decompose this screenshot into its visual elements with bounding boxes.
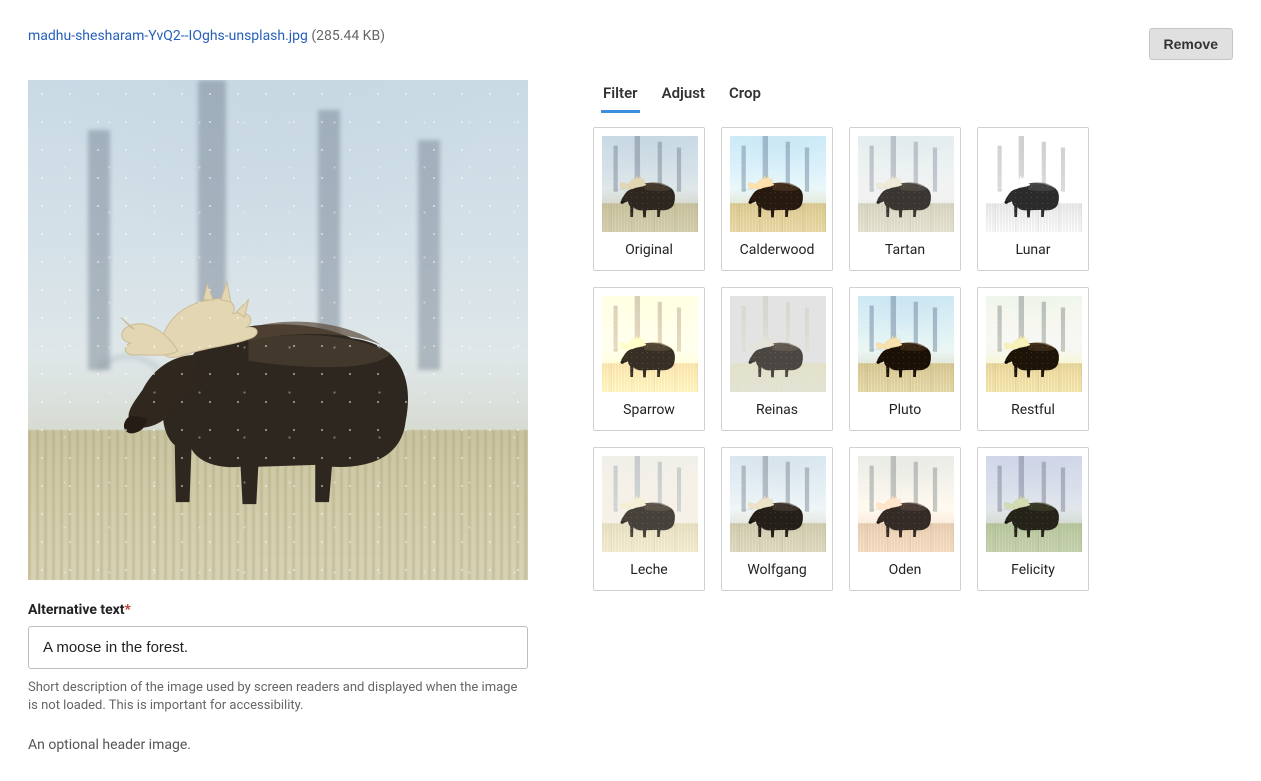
alt-text-input[interactable] (28, 626, 528, 669)
tab-adjust[interactable]: Adjust (660, 80, 707, 113)
filter-label: Calderwood (730, 242, 824, 258)
filter-option-tartan[interactable]: Tartan (849, 127, 961, 271)
filter-option-original[interactable]: Original (593, 127, 705, 271)
filter-option-oden[interactable]: Oden (849, 447, 961, 591)
filter-thumbnail (602, 136, 698, 232)
filter-label: Restful (986, 402, 1080, 418)
alt-text-label: Alternative text* (28, 602, 528, 618)
filter-option-pluto[interactable]: Pluto (849, 287, 961, 431)
filter-thumbnail (730, 296, 826, 392)
filter-label: Tartan (858, 242, 952, 258)
alt-text-help: Short description of the image used by s… (28, 679, 528, 715)
filter-label: Wolfgang (730, 562, 824, 578)
filter-thumbnail (986, 136, 1082, 232)
filter-thumbnail (858, 456, 954, 552)
filter-option-reinas[interactable]: Reinas (721, 287, 833, 431)
filename-link[interactable]: madhu-shesharam-YvQ2--IOghs-unsplash.jpg (28, 28, 308, 44)
filter-option-leche[interactable]: Leche (593, 447, 705, 591)
filter-label: Sparrow (602, 402, 696, 418)
caption-text: An optional header image. (28, 737, 528, 753)
filter-thumbnail (602, 456, 698, 552)
filter-option-felicity[interactable]: Felicity (977, 447, 1089, 591)
filter-option-sparrow[interactable]: Sparrow (593, 287, 705, 431)
filter-thumbnail (858, 296, 954, 392)
image-preview (28, 80, 528, 580)
filter-thumbnail (730, 456, 826, 552)
remove-button[interactable]: Remove (1149, 28, 1233, 60)
filter-label: Pluto (858, 402, 952, 418)
filter-thumbnail (858, 136, 954, 232)
filter-thumbnail (602, 296, 698, 392)
required-indicator: * (125, 602, 131, 618)
filter-label: Original (602, 242, 696, 258)
filter-thumbnail (986, 296, 1082, 392)
filter-grid: Original (593, 127, 1233, 591)
tab-filter[interactable]: Filter (601, 80, 640, 113)
filter-option-lunar[interactable]: Lunar (977, 127, 1089, 271)
filesize: (285.44 KB) (311, 28, 385, 44)
filter-option-calderwood[interactable]: Calderwood (721, 127, 833, 271)
filter-option-restful[interactable]: Restful (977, 287, 1089, 431)
filter-thumbnail (730, 136, 826, 232)
file-info: madhu-shesharam-YvQ2--IOghs-unsplash.jpg… (28, 28, 385, 44)
tab-crop[interactable]: Crop (727, 80, 763, 113)
filter-label: Felicity (986, 562, 1080, 578)
filter-label: Reinas (730, 402, 824, 418)
filter-thumbnail (986, 456, 1082, 552)
editor-tabs: Filter Adjust Crop (593, 80, 1233, 113)
filter-label: Lunar (986, 242, 1080, 258)
filter-label: Leche (602, 562, 696, 578)
filter-option-wolfgang[interactable]: Wolfgang (721, 447, 833, 591)
filter-label: Oden (858, 562, 952, 578)
